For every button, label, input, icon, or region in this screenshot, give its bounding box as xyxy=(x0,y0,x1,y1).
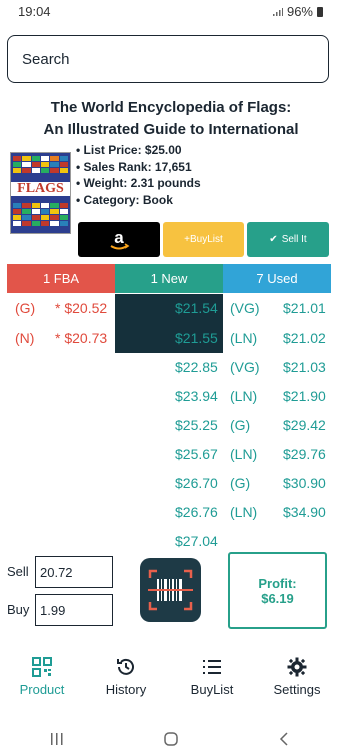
product-details: List Price: $25.00 Sales Rank: 17,651 We… xyxy=(76,142,201,208)
check-icon: ✔ xyxy=(269,234,278,245)
nav-buylist-label: BuyList xyxy=(190,682,234,697)
used-price: $30.90 xyxy=(283,475,326,491)
tab-new-offers[interactable]: 1 New xyxy=(115,264,223,293)
used-condition: (VG) xyxy=(230,359,260,375)
sales-rank: Sales Rank: 17,651 xyxy=(76,159,201,176)
search-box[interactable] xyxy=(7,35,329,83)
fba-price: * $20.73 xyxy=(55,330,108,346)
nav-settings[interactable]: Settings xyxy=(255,656,339,697)
amazon-letter: a xyxy=(114,228,124,247)
sell-it-button[interactable]: ✔ Sell It xyxy=(247,222,329,257)
used-condition: (G) xyxy=(230,417,251,433)
book-cover-image: FLAGS xyxy=(10,152,71,234)
cover-title: FLAGS xyxy=(11,182,70,196)
new-price: $23.94 xyxy=(175,388,218,404)
used-price: $21.02 xyxy=(283,330,326,346)
used-price: $21.03 xyxy=(283,359,326,375)
fba-price: * $20.52 xyxy=(55,300,108,316)
status-indicators: 96% xyxy=(272,4,323,19)
list-icon xyxy=(203,660,221,674)
profit-label: Profit: xyxy=(258,575,297,591)
used-price: $29.42 xyxy=(283,417,326,433)
new-price: $21.54 xyxy=(175,300,218,316)
used-condition: (LN) xyxy=(230,330,258,346)
new-price: $26.76 xyxy=(175,504,218,520)
new-price: $22.85 xyxy=(175,359,218,375)
sell-it-label: Sell It xyxy=(281,234,307,245)
barcode-scanner-icon xyxy=(148,569,193,611)
battery-level: 96% xyxy=(286,4,313,19)
buy-price-field[interactable] xyxy=(35,594,113,626)
signal-icon xyxy=(272,7,283,16)
history-icon xyxy=(117,658,134,675)
new-price: $27.04 xyxy=(175,533,218,549)
barcode-scan-button[interactable] xyxy=(140,558,201,622)
system-navigation-bar xyxy=(0,722,339,756)
nav-history[interactable]: History xyxy=(84,656,168,697)
back-icon[interactable] xyxy=(278,731,290,747)
nav-product[interactable]: Product xyxy=(0,656,84,697)
used-condition: (VG) xyxy=(230,300,260,316)
used-condition: (LN) xyxy=(230,446,258,462)
fba-condition: (G) xyxy=(15,300,36,316)
status-time: 19:04 xyxy=(18,4,51,19)
weight: Weight: 2.31 pounds xyxy=(76,175,201,192)
buy-label: Buy xyxy=(7,602,30,617)
profit-box: Profit: $6.19 xyxy=(228,552,327,629)
new-price: $21.55 xyxy=(175,330,218,346)
add-to-buylist-button[interactable]: +BuyList xyxy=(163,222,244,257)
product-title: The World Encyclopedia of Flags: An Illu… xyxy=(43,99,299,138)
nav-buylist[interactable]: BuyList xyxy=(170,656,254,697)
tab-used-offers[interactable]: 7 Used xyxy=(223,264,331,293)
used-price: $21.01 xyxy=(283,300,326,316)
new-price: $25.67 xyxy=(175,446,218,462)
qr-code-icon xyxy=(32,657,52,677)
list-price: List Price: $25.00 xyxy=(76,142,201,159)
recent-apps-icon[interactable] xyxy=(49,732,65,746)
tab-fba-offers[interactable]: 1 FBA xyxy=(7,264,115,293)
nav-settings-label: Settings xyxy=(273,682,321,697)
nav-history-label: History xyxy=(105,682,147,697)
sell-price-field[interactable] xyxy=(35,556,113,588)
search-input[interactable] xyxy=(8,36,328,82)
new-price: $25.25 xyxy=(175,417,218,433)
nav-product-label: Product xyxy=(19,682,65,697)
fba-condition: (N) xyxy=(15,330,35,346)
used-condition: (LN) xyxy=(230,504,258,520)
battery-icon xyxy=(317,6,323,17)
used-price: $34.90 xyxy=(283,504,326,520)
amazon-logo-icon: a xyxy=(110,228,130,249)
category: Category: Book xyxy=(76,192,201,209)
used-price: $21.90 xyxy=(283,388,326,404)
used-condition: (LN) xyxy=(230,388,258,404)
gear-icon xyxy=(287,657,307,677)
sell-label: Sell xyxy=(7,564,29,579)
profit-value: $6.19 xyxy=(261,590,294,606)
home-icon[interactable] xyxy=(163,731,179,747)
used-price: $29.76 xyxy=(283,446,326,462)
used-condition: (G) xyxy=(230,475,251,491)
amazon-button[interactable]: a xyxy=(78,222,160,257)
new-price: $26.70 xyxy=(175,475,218,491)
